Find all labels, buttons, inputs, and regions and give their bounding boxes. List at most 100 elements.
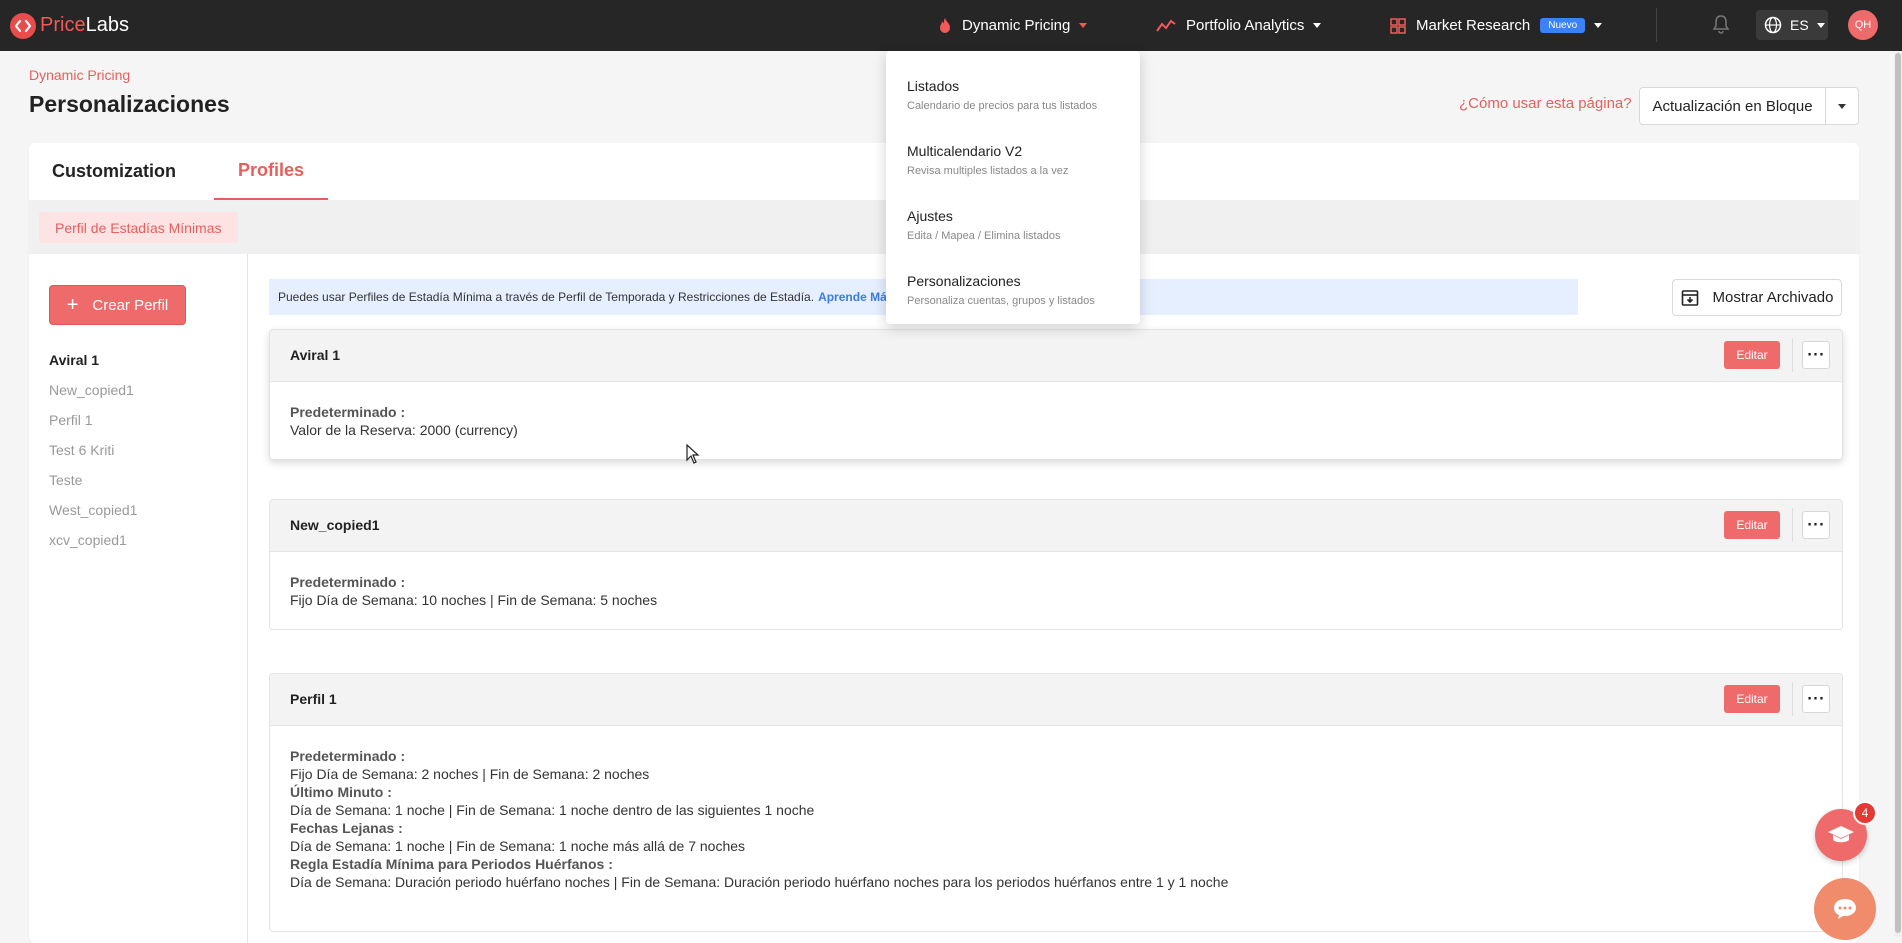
profile-list-item[interactable]: Teste xyxy=(49,472,137,502)
tab-profiles[interactable]: Profiles xyxy=(214,143,328,200)
info-text: Puedes usar Perfiles de Estadía Mínima a… xyxy=(278,290,815,304)
header-divider xyxy=(1792,338,1793,372)
menu-item-multicalendario[interactable]: Multicalendario V2 Revisa multiples list… xyxy=(907,143,1068,177)
scrollbar-thumb[interactable] xyxy=(1895,53,1901,933)
nav-dynamic-pricing[interactable]: Dynamic Pricing xyxy=(938,0,1088,51)
chevron-down-icon xyxy=(1313,23,1322,28)
profile-list-item[interactable]: New_copied1 xyxy=(49,382,137,412)
profile-card: Aviral 1 Editar ··· Predeterminado : Val… xyxy=(269,329,1843,460)
chat-bubble-icon xyxy=(1834,899,1856,919)
nav-dynamic-pricing-label: Dynamic Pricing xyxy=(962,17,1071,34)
breadcrumb[interactable]: Dynamic Pricing xyxy=(29,67,130,83)
menu-item-ajustes[interactable]: Ajustes Edita / Mapea / Elimina listados xyxy=(907,208,1060,242)
rule-detail: Día de Semana: 1 noche | Fin de Semana: … xyxy=(290,802,815,818)
profile-list-item[interactable]: West_copied1 xyxy=(49,502,137,532)
sidebar-divider xyxy=(247,254,248,943)
help-link[interactable]: ¿Cómo usar esta página? xyxy=(1459,95,1632,112)
chevron-down-icon xyxy=(1079,23,1088,28)
fire-icon xyxy=(940,18,950,33)
trend-line-icon xyxy=(1156,19,1176,32)
bulk-update-split-button: Actualización en Bloque xyxy=(1639,87,1859,125)
chevron-down-icon xyxy=(1594,23,1603,28)
more-options-icon[interactable]: ··· xyxy=(1802,685,1830,713)
profile-card-body: Predeterminado : Valor de la Reserva: 20… xyxy=(270,382,1842,439)
edit-button[interactable]: Editar xyxy=(1724,511,1780,539)
bulk-update-dropdown-toggle[interactable] xyxy=(1826,88,1858,124)
menu-item-title: Personalizaciones xyxy=(907,273,1021,289)
profile-list-item[interactable]: Perfil 1 xyxy=(49,412,137,442)
menu-item-subtitle: Personaliza cuentas, grupos y listados xyxy=(907,295,1095,307)
profile-card-header: New_copied1 Editar ··· xyxy=(270,500,1842,552)
subtab-min-stay-profile[interactable]: Perfil de Estadías Mínimas xyxy=(39,212,238,243)
more-options-icon[interactable]: ··· xyxy=(1802,511,1830,539)
rule-heading: Predeterminado : xyxy=(290,404,406,420)
profile-card-body: Predeterminado : Fijo Día de Semana: 10 … xyxy=(270,552,1842,609)
profile-list: Aviral 1 New_copied1 Perfil 1 Test 6 Kri… xyxy=(49,352,137,562)
rule-heading: Regla Estadía Mínima para Periodos Huérf… xyxy=(290,856,613,872)
rule-detail: Día de Semana: 1 noche | Fin de Semana: … xyxy=(290,838,746,854)
language-label: ES xyxy=(1790,17,1809,33)
menu-item-subtitle: Edita / Mapea / Elimina listados xyxy=(907,230,1061,242)
create-profile-button[interactable]: + Crear Perfil xyxy=(49,285,186,325)
menu-item-subtitle: Calendario de precios para tus listados xyxy=(907,100,1098,112)
more-options-icon[interactable]: ··· xyxy=(1802,341,1830,369)
page-title: Personalizaciones xyxy=(29,91,230,117)
rule-heading: Predeterminado : xyxy=(290,748,406,764)
bell-icon[interactable] xyxy=(1712,14,1730,38)
show-archived-label: Mostrar Archivado xyxy=(1712,289,1834,306)
graduation-cap-icon xyxy=(1828,826,1854,843)
pricelabs-logo[interactable]: PriceLabs xyxy=(10,12,129,39)
academy-help-button[interactable]: 4 xyxy=(1815,801,1877,861)
bulk-update-button[interactable]: Actualización en Bloque xyxy=(1640,88,1826,124)
rule-detail: Valor de la Reserva: 2000 (currency) xyxy=(290,422,518,438)
chevron-down-icon xyxy=(1838,103,1846,109)
language-selector[interactable]: ES xyxy=(1756,10,1828,40)
profile-card-header: Aviral 1 Editar ··· xyxy=(270,330,1842,382)
rule-heading: Predeterminado : xyxy=(290,574,406,590)
new-badge: Nuevo xyxy=(1540,18,1586,33)
nav-market-research[interactable]: Market Research Nuevo xyxy=(1390,0,1603,51)
user-avatar[interactable]: QH xyxy=(1848,10,1878,40)
show-archived-button[interactable]: Mostrar Archivado xyxy=(1672,279,1842,316)
nav-divider xyxy=(1656,8,1657,42)
menu-item-title: Multicalendario V2 xyxy=(907,143,1023,159)
plus-icon: + xyxy=(66,294,79,316)
menu-item-personalizaciones[interactable]: Personalizaciones Personaliza cuentas, g… xyxy=(907,273,1095,307)
globe-icon xyxy=(1764,16,1782,34)
edit-button[interactable]: Editar xyxy=(1724,341,1780,369)
profile-name: Perfil 1 xyxy=(290,691,337,707)
menu-item-title: Ajustes xyxy=(907,208,953,224)
page-scrollbar[interactable] xyxy=(1894,51,1902,937)
mouse-cursor-icon xyxy=(686,443,700,468)
profile-card-header: Perfil 1 Editar ··· xyxy=(270,674,1842,726)
profile-list-item[interactable]: Aviral 1 xyxy=(49,352,137,382)
profile-card-body: Predeterminado : Fijo Día de Semana: 2 n… xyxy=(270,726,1842,891)
chevron-down-icon xyxy=(1816,22,1825,28)
profile-card: New_copied1 Editar ··· Predeterminado : … xyxy=(269,499,1843,630)
profile-card: Perfil 1 Editar ··· Predeterminado : Fij… xyxy=(269,673,1843,932)
pricelabs-logo-icon xyxy=(10,12,36,39)
menu-item-subtitle: Revisa multiples listados a la vez xyxy=(907,165,1069,177)
grid-icon xyxy=(1390,17,1406,34)
nav-market-research-label: Market Research xyxy=(1416,17,1531,34)
header-divider xyxy=(1792,682,1793,716)
header-divider xyxy=(1792,508,1793,542)
menu-item-listados[interactable]: Listados Calendario de precios para tus … xyxy=(907,78,1097,112)
profile-list-item[interactable]: Test 6 Kriti xyxy=(49,442,137,472)
profile-list-item[interactable]: xcv_copied1 xyxy=(49,532,137,562)
learn-more-link[interactable]: Aprende Más xyxy=(818,290,893,304)
archive-icon xyxy=(1681,289,1698,306)
rule-detail: Fijo Día de Semana: 10 noches | Fin de S… xyxy=(290,592,658,608)
chat-button[interactable] xyxy=(1814,878,1876,940)
rule-detail: Día de Semana: Duración periodo huérfano… xyxy=(290,874,1229,890)
menu-item-title: Listados xyxy=(907,78,960,94)
edit-button[interactable]: Editar xyxy=(1724,685,1780,713)
nav-portfolio-analytics[interactable]: Portfolio Analytics xyxy=(1156,0,1322,51)
rule-heading: Fechas Lejanas : xyxy=(290,820,403,836)
top-navigation-bar: PriceLabs Dynamic Pricing Portfolio Anal… xyxy=(0,0,1902,51)
nav-portfolio-analytics-label: Portfolio Analytics xyxy=(1186,17,1305,34)
tab-customization[interactable]: Customization xyxy=(29,143,199,200)
profile-name: New_copied1 xyxy=(290,517,380,533)
dynamic-pricing-dropdown-menu: Listados Calendario de precios para tus … xyxy=(886,51,1140,324)
create-profile-label: Crear Perfil xyxy=(92,296,169,314)
